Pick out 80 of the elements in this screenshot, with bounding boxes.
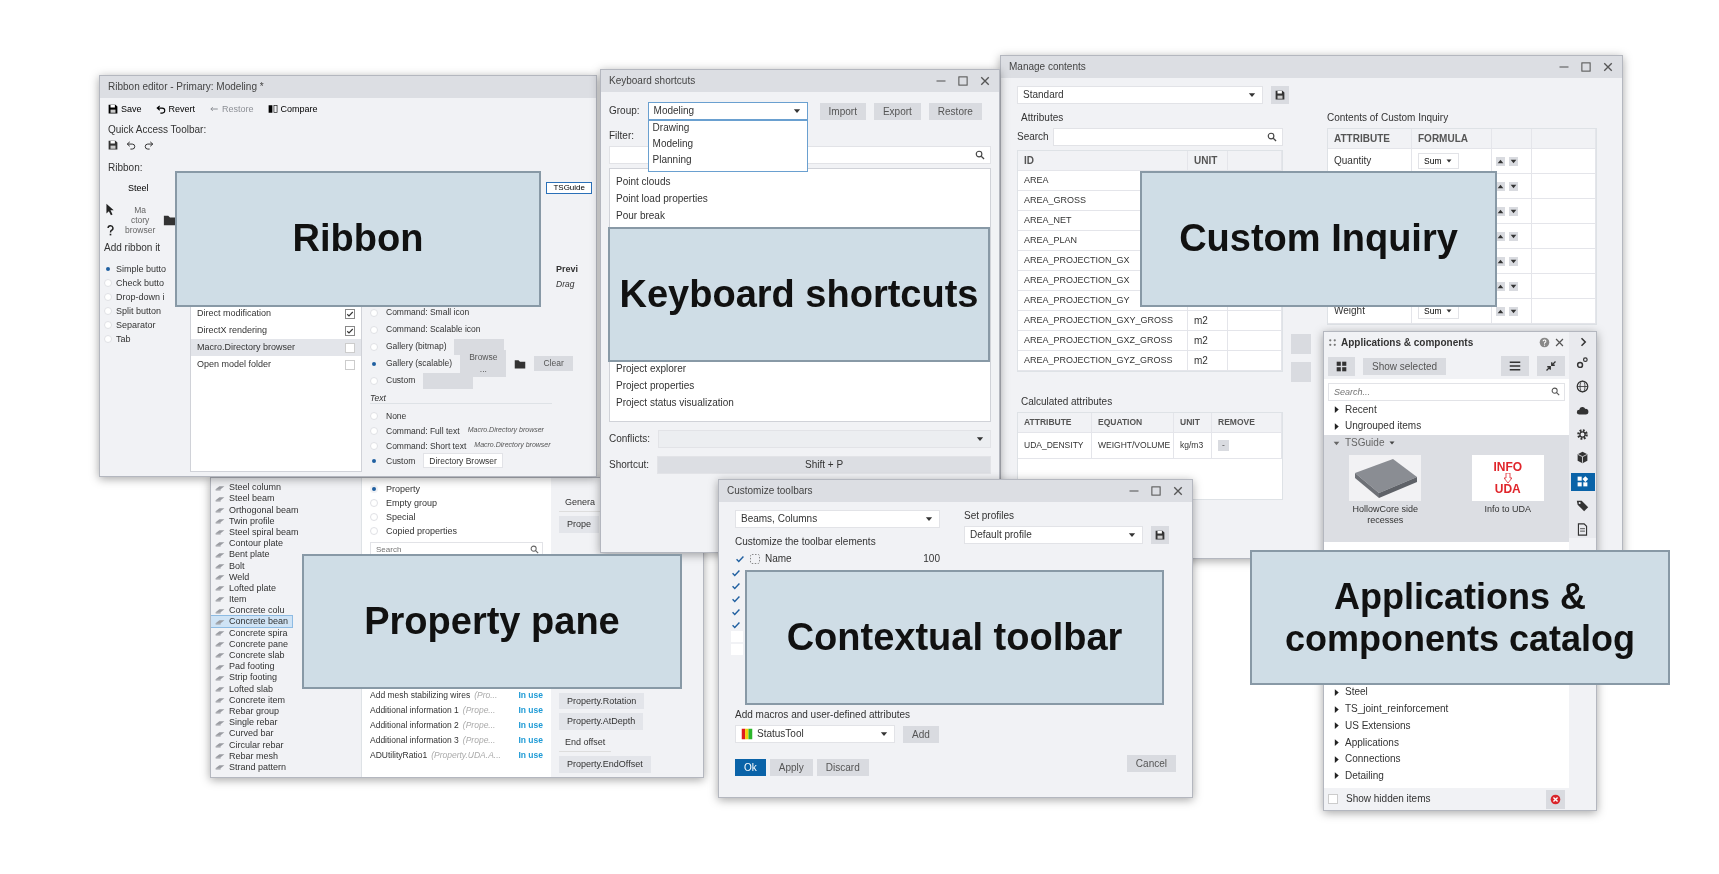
status-text: In use [518,705,543,716]
field-label: Search [1017,131,1049,143]
callout-label: Custom Inquiry [1140,171,1497,307]
callout-label: Ribbon [175,171,541,307]
table-cell: m2 [1188,351,1228,371]
field-label: Filter: [608,130,635,142]
option-label: Separator [116,319,156,331]
option-label: Drop-down i [116,291,165,303]
status-text: In use [518,690,543,701]
status-text: In use [518,750,543,761]
option-label: Special [386,511,416,523]
field-label: Group: [609,105,640,117]
section-label: Quick Access Toolbar: [108,124,208,136]
option-label: Property [386,483,420,495]
section-label: Ribbon: [108,162,144,174]
option-label: Command: Small icon [386,307,470,318]
table-cell: AREA_PROJECTION_GYZ_GROSS [1018,351,1188,371]
property-detail: (Prope... [462,720,496,731]
field-label: Conflicts: [609,433,651,445]
option-label: Command: Scalable icon [386,324,481,335]
section-label: Attributes [1020,112,1065,124]
status-text: In use [518,735,543,746]
callout-label: Property pane [302,554,682,689]
table-cell: AREA_PROJECTION_GXY_GROSS [1018,311,1188,331]
property-name: Additional information 1 [370,705,459,716]
table-cell: kg/m3 [1174,433,1212,459]
table-cell: WEIGHT/VOLUME [1092,433,1174,459]
option-label: Tab [116,333,131,345]
property-field: Property.EndOffset [559,756,651,773]
hint-text: Drag [556,278,576,289]
window-title: Ribbon editor - Primary: Modeling * [108,81,265,93]
section-label: Customize the toolbar elements [735,536,877,548]
window-title: Customize toolbars [727,485,814,497]
option-label: Command: Full text [386,425,460,436]
property-field: Prope [559,515,600,533]
table-cell: AREA_PROJECTION_GXZ_GROSS [1018,331,1188,351]
option-label: Command: Short text [386,440,467,451]
property-name: Add mesh stabilizing wires [370,690,471,701]
option-label: Simple butto [116,263,167,275]
callout-label: Keyboard shortcuts [608,227,990,362]
tile-caption: HollowCore side recesses [1351,504,1419,526]
window-title: Manage contents [1009,61,1087,73]
option-label: Split button [116,305,162,317]
option-label: Copied properties [386,525,458,537]
section-label: Add macros and user-defined attributes [734,709,912,721]
section-label: Text [370,393,552,405]
status-text: In use [518,720,543,731]
table-cell: m2 [1188,331,1228,351]
callout-label: Applications & components catalog [1250,550,1670,685]
element-value: 100 [923,553,940,565]
option-label: Gallery (scalable) [386,358,453,369]
table-cell: m2 [1188,311,1228,331]
property-field: Property.AtDepth [559,713,644,731]
section-label: Add ribbon it [104,242,162,254]
property-name: Additional information 3 [370,735,459,746]
section-label: Set profiles [964,510,1016,522]
property-detail: (Property.UDA.A... [431,750,501,761]
preview-label: Previ [556,264,579,275]
window-title: Applications & components [1341,336,1475,349]
table-cell: UDA_DENSITY [1018,433,1092,459]
field-label: Shortcut: [609,459,650,471]
option-label: Empty group [386,497,438,509]
option-label: Check butto [116,277,165,289]
property-name: Additional information 2 [370,720,459,731]
option-label: Custom [386,375,416,386]
window-title: Keyboard shortcuts [609,75,697,87]
section-label: Contents of Custom Inquiry [1327,112,1450,124]
section-label: Calculated attributes [1020,396,1114,408]
property-name: ADUtilityRatio1 [370,750,428,761]
option-label: None [386,410,407,421]
property-detail: (Pro... [474,690,498,701]
tile-caption: Info to UDA [1484,504,1531,516]
callout-label: Contextual toolbar [745,570,1164,705]
property-field: Property.Rotation [559,692,645,710]
property-detail: (Prope... [462,735,496,746]
property-detail: (Prope... [462,705,496,716]
option-label: Gallery (bitmap) [386,341,447,352]
checkbox-label: Show hidden items [1346,793,1431,806]
option-label: Custom [386,455,416,466]
element-name: Name [765,553,793,565]
